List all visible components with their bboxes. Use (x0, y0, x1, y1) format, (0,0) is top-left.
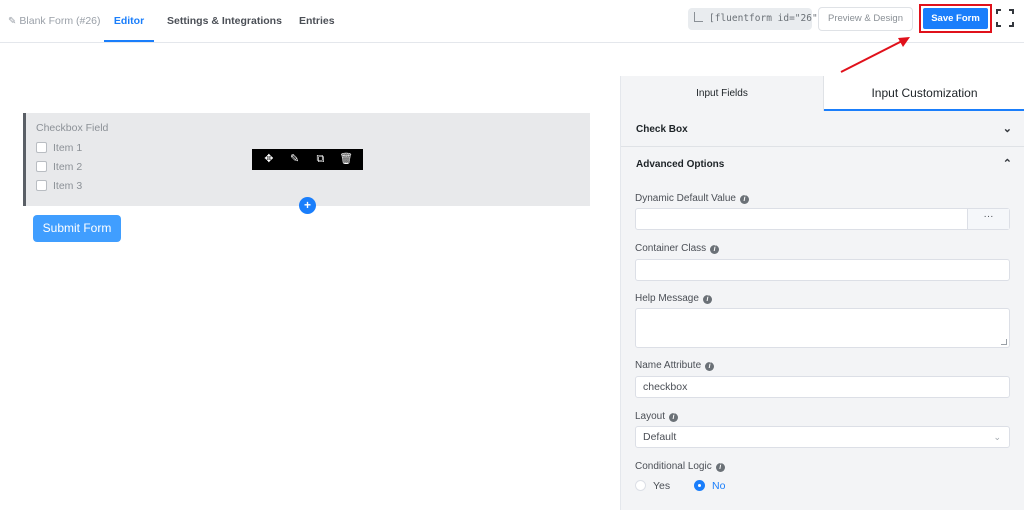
form-title-label: Blank Form (#26) (19, 15, 101, 27)
info-icon: i (702, 295, 712, 304)
radio-no[interactable]: No (694, 479, 725, 493)
help-message-textarea[interactable] (635, 308, 1010, 348)
tab-editor[interactable]: Editor (104, 0, 154, 42)
edit-icon[interactable]: ✎ (286, 149, 304, 170)
shortcode-copy[interactable]: [fluentform id="26"] (688, 8, 823, 30)
info-icon: i (715, 463, 725, 472)
pencil-icon: ✎ (8, 16, 17, 27)
duplicate-icon[interactable]: ⧉ (311, 149, 329, 170)
dynamic-default-input[interactable]: ··· (635, 208, 1010, 230)
checkbox-icon (36, 142, 47, 153)
checkbox-item[interactable]: Item 1 (36, 142, 82, 154)
tab-settings-integrations[interactable]: Settings & Integrations (167, 0, 282, 42)
preview-design-button[interactable]: Preview & Design (818, 7, 913, 31)
radio-yes-label: Yes (653, 480, 671, 492)
checkbox-item[interactable]: Item 3 (36, 180, 82, 192)
more-options-button[interactable]: ··· (967, 209, 1009, 229)
move-icon[interactable]: ✥ (260, 149, 278, 170)
annotation-arrow (840, 37, 910, 73)
conditional-logic-label: Conditional Logic i (635, 461, 725, 472)
name-attribute-input[interactable]: checkbox (635, 376, 1010, 398)
field-toolbar: ✥ ✎ ⧉ 🗑 (252, 149, 363, 170)
help-message-label: Help Message i (635, 293, 712, 304)
section-title: Check Box (636, 124, 688, 135)
container-class-input[interactable] (635, 259, 1010, 281)
checkbox-item-label: Item 3 (53, 180, 83, 192)
add-field-button[interactable]: + (299, 197, 316, 214)
name-attribute-value: checkbox (643, 381, 688, 393)
dynamic-default-label: Dynamic Default Value i (635, 193, 749, 204)
field-label: Checkbox Field (36, 122, 109, 134)
checkbox-icon (36, 161, 47, 172)
checkbox-item[interactable]: Item 2 (36, 161, 82, 173)
info-icon: i (710, 245, 720, 254)
save-highlight: Save Form (919, 4, 992, 33)
submit-form-button[interactable]: Submit Form (33, 215, 121, 242)
radio-no-label: No (712, 480, 726, 492)
container-class-label: Container Class i (635, 243, 720, 254)
tab-input-fields[interactable]: Input Fields (621, 76, 824, 111)
chevron-up-icon: ⌃ (1002, 158, 1012, 170)
info-icon: i (739, 195, 749, 204)
panel-tabs: Input Fields Input Customization (621, 76, 1024, 111)
checkbox-icon (36, 180, 47, 191)
shortcode-text: [fluentform id="26"] (709, 13, 824, 24)
tab-input-customization[interactable]: Input Customization (824, 76, 1024, 111)
form-title[interactable]: ✎ Blank Form (#26) (8, 0, 101, 42)
radio-icon (635, 480, 646, 491)
radio-selected-icon (694, 480, 705, 491)
section-advanced-options[interactable]: Advanced Options ⌃ (621, 147, 1024, 182)
tab-entries[interactable]: Entries (299, 0, 335, 42)
layout-label: Layout i (635, 411, 679, 422)
radio-yes[interactable]: Yes (635, 479, 670, 493)
chevron-down-icon: ⌄ (1002, 123, 1012, 135)
fullscreen-icon[interactable] (996, 9, 1014, 27)
checkbox-item-label: Item 2 (53, 161, 83, 173)
layout-select[interactable]: Default ⌄ (635, 426, 1010, 448)
name-attribute-label: Name Attribute i (635, 360, 715, 371)
delete-icon[interactable]: 🗑 (337, 149, 355, 170)
checkbox-item-label: Item 1 (53, 142, 83, 154)
info-icon: i (669, 413, 679, 422)
chevron-down-icon: ⌄ (993, 432, 1001, 442)
copy-icon (694, 12, 703, 22)
section-check-box[interactable]: Check Box ⌄ (621, 112, 1024, 147)
save-form-button[interactable]: Save Form (923, 8, 988, 29)
resize-handle-icon[interactable] (1001, 339, 1007, 345)
info-icon: i (705, 362, 715, 371)
layout-value: Default (643, 431, 677, 443)
section-title: Advanced Options (636, 159, 725, 170)
